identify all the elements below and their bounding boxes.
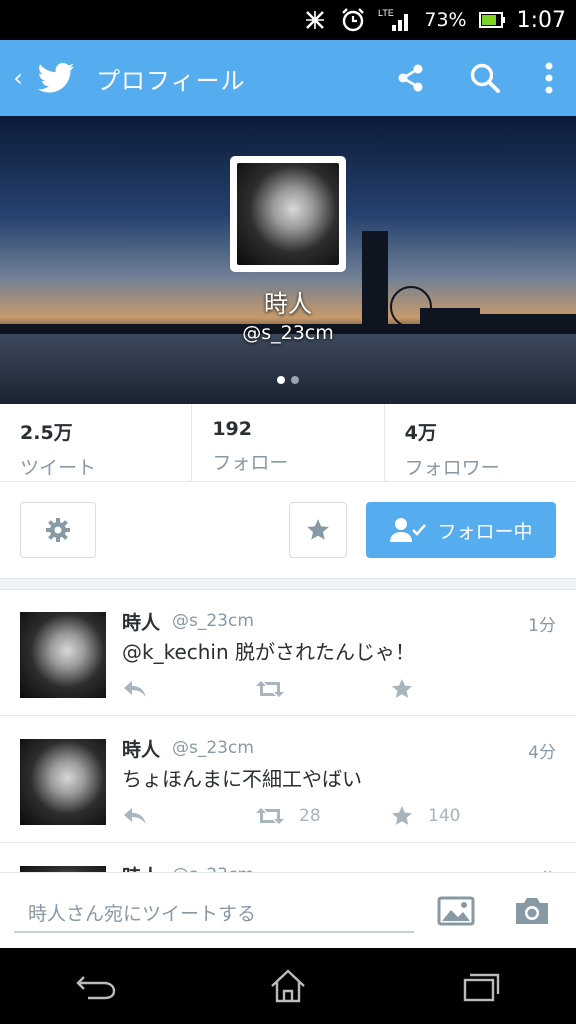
following-user-icon xyxy=(390,518,427,542)
search-icon[interactable] xyxy=(448,40,522,116)
mute-icon xyxy=(302,7,328,33)
stat-label: フォロー xyxy=(212,452,289,474)
page-dot xyxy=(291,376,299,384)
camera-icon[interactable] xyxy=(508,889,556,933)
settings-button[interactable] xyxy=(20,502,96,558)
reply-composer: 時人さん宛にツイートする xyxy=(0,872,576,948)
nav-back-icon[interactable] xyxy=(56,956,136,1016)
page-dot-active xyxy=(277,376,285,384)
stat-followers[interactable]: 4万 フォロワー xyxy=(385,404,576,481)
nav-recents-icon[interactable] xyxy=(440,956,520,1016)
stat-value: 4万 xyxy=(404,422,437,444)
following-label: フォロー中 xyxy=(437,520,533,543)
profile-actions: フォロー中 xyxy=(0,482,576,578)
tweet-author-name: 時人 xyxy=(122,612,161,634)
status-bar: LTE 73% 1:07 xyxy=(0,0,576,40)
nav-home-icon[interactable] xyxy=(248,956,328,1016)
app-bar: ‹ プロフィール xyxy=(0,40,576,116)
tweet-time: 1分 xyxy=(528,616,556,636)
tweet-author-handle: @s_23cm xyxy=(172,738,254,758)
system-nav-bar xyxy=(0,948,576,1024)
tweet-input[interactable]: 時人さん宛にツイートする xyxy=(14,895,414,933)
reply-icon[interactable] xyxy=(122,676,148,702)
share-icon[interactable] xyxy=(374,40,448,116)
twitter-bird-icon[interactable] xyxy=(34,58,78,98)
retweet-icon xyxy=(256,808,284,824)
profile-stats: 2.5万 ツイート 192 フォロー 4万 フォロワー xyxy=(0,404,576,482)
back-icon[interactable]: ‹ xyxy=(4,64,32,92)
retweet-icon[interactable] xyxy=(255,676,285,702)
tweet-text: ちょほんまに不細工やばい xyxy=(122,767,362,791)
overflow-menu-icon[interactable] xyxy=(522,40,576,116)
signal-icon: LTE xyxy=(378,7,412,33)
favorite-button[interactable] xyxy=(289,502,347,558)
battery-icon xyxy=(478,7,505,33)
tweet-time: 4分 xyxy=(528,743,556,763)
tweet-avatar[interactable] xyxy=(20,739,106,825)
battery-percent: 73% xyxy=(424,9,467,31)
profile-name: 時人 xyxy=(264,290,312,318)
stat-value: 2.5万 xyxy=(20,422,73,444)
favorite-action[interactable]: 140 xyxy=(390,803,460,829)
tweet[interactable]: 時人 @s_23cm 1分 @k_kechin 脱がされたんじゃ！ xyxy=(0,590,576,716)
page-title: プロフィール xyxy=(96,66,246,95)
clock: 1:07 xyxy=(516,7,566,33)
profile-avatar[interactable] xyxy=(230,156,346,272)
retweet-action[interactable]: 28 xyxy=(255,803,321,829)
reply-icon[interactable] xyxy=(122,803,148,829)
svg-text:LTE: LTE xyxy=(378,8,394,18)
stat-following[interactable]: 192 フォロー xyxy=(192,404,385,481)
tweet-avatar[interactable] xyxy=(20,612,106,698)
section-divider xyxy=(0,578,576,590)
water xyxy=(0,334,576,404)
stat-value: 192 xyxy=(212,418,252,440)
favorite-icon[interactable] xyxy=(390,676,414,702)
favorite-icon xyxy=(392,806,412,825)
profile-header[interactable]: 時人 @s_23cm xyxy=(0,116,576,404)
image-icon[interactable] xyxy=(432,889,480,933)
stat-label: ツイート xyxy=(20,457,97,479)
page-indicator xyxy=(0,376,576,384)
star-icon xyxy=(307,519,329,540)
profile-handle: @s_23cm xyxy=(242,322,334,344)
retweet-count: 28 xyxy=(299,806,321,826)
tweet[interactable]: 時人 @s_23cm 4分 ちょほんまに不細工やばい 28 140 xyxy=(0,717,576,843)
tweet-text: @k_kechin 脱がされたんじゃ！ xyxy=(122,640,416,664)
tweet-author-name: 時人 xyxy=(122,739,161,761)
tweet-author-handle: @s_23cm xyxy=(172,611,254,631)
stat-tweets[interactable]: 2.5万 ツイート xyxy=(0,404,193,481)
stat-label: フォロワー xyxy=(404,457,500,479)
tweet[interactable]: 時人 @s_23cm 7分 xyxy=(0,844,576,874)
favorite-count: 140 xyxy=(428,806,461,826)
avatar xyxy=(237,163,339,265)
following-button[interactable]: フォロー中 xyxy=(366,502,556,558)
gear-icon xyxy=(46,518,70,542)
alarm-icon xyxy=(340,7,366,33)
